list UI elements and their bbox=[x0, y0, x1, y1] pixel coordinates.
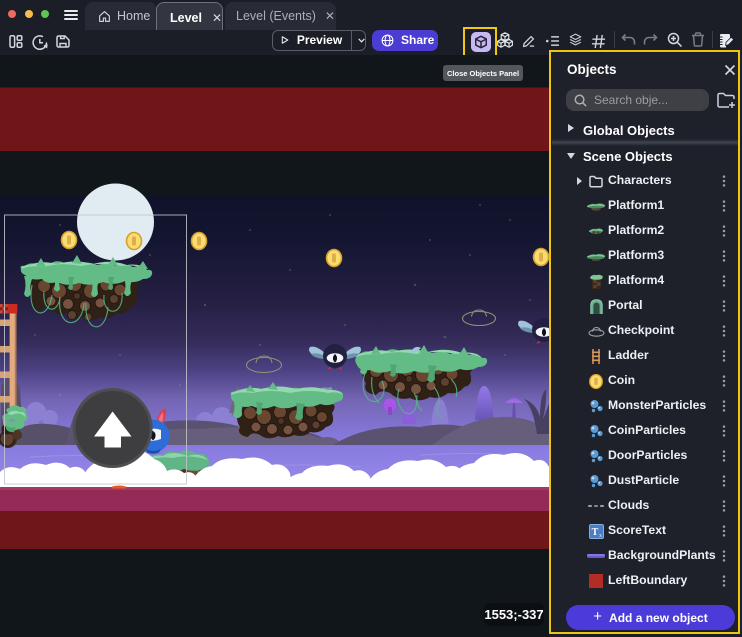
svg-text:x: x bbox=[599, 533, 602, 539]
svg-text:1553;-337: 1553;-337 bbox=[484, 607, 543, 622]
svg-text:T: T bbox=[591, 527, 598, 538]
